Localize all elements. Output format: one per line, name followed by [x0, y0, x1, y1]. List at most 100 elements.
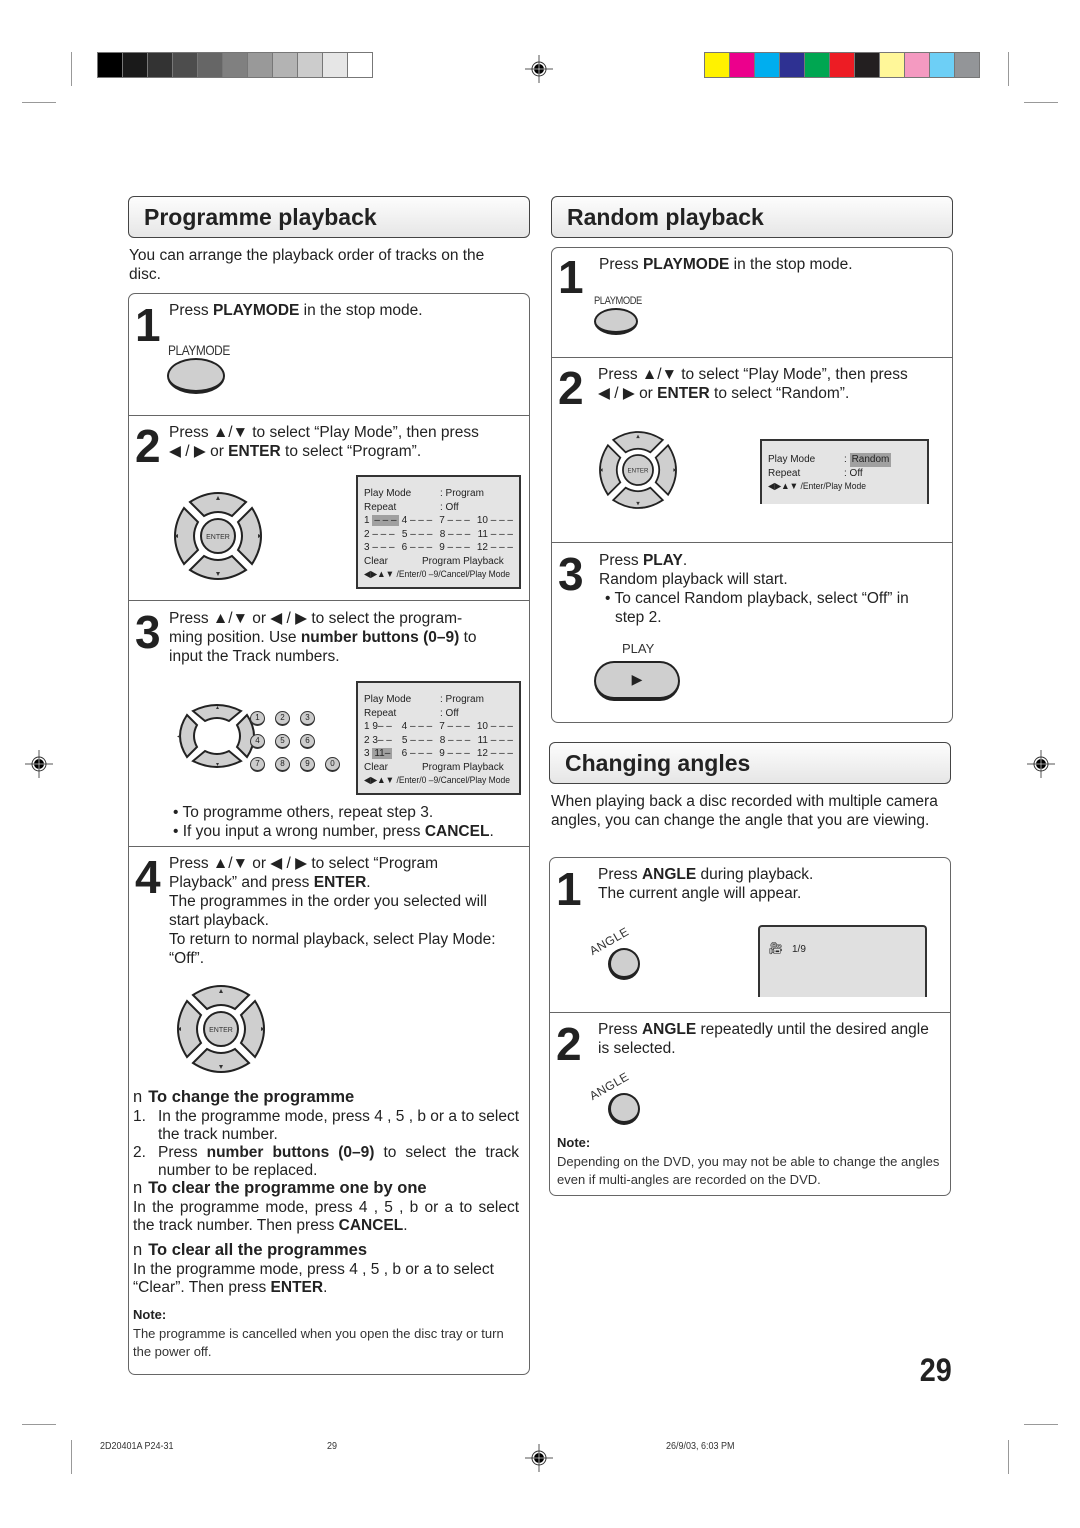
- color-swatch: [730, 53, 754, 77]
- random-step-3: 3 Press PLAY. Random playback will start…: [552, 542, 952, 724]
- osd-slot-row: 3 – – –6 – – –9 – – –12 – – –: [364, 542, 513, 553]
- number-button-9[interactable]: 9: [300, 757, 315, 772]
- step-instruction: Press ▲/▼ or ◀ / ▶ to select “Program Pl…: [169, 855, 496, 967]
- number-button-2[interactable]: 2: [275, 711, 290, 726]
- step-instruction: Press ▲/▼ to select “Play Mode”, then pr…: [598, 366, 908, 402]
- color-swatch: [198, 53, 222, 77]
- programme-step-3: 3 Press ▲/▼ or ◀ / ▶ to select the progr…: [129, 600, 529, 846]
- note-text: The programme is cancelled when you open…: [133, 1326, 504, 1359]
- number-button-4[interactable]: 4: [250, 734, 265, 749]
- enter-label: ENTER: [628, 468, 650, 475]
- playmode-button[interactable]: [167, 358, 225, 394]
- color-swatch: [855, 53, 879, 77]
- angle-osd-screen: 🎥︎ 1/9: [758, 925, 927, 997]
- crop-mark: [71, 52, 72, 86]
- footer-page: 29: [327, 1441, 338, 1452]
- step-number: 2: [558, 362, 584, 414]
- programme-steps-panel: 1 Press PLAYMODE in the stop mode. PLAYM…: [128, 293, 530, 1375]
- registration-mark-icon: [525, 1444, 553, 1472]
- subheading-clear-one: n To clear the programme one by one: [133, 1179, 427, 1197]
- clear-all-text: In the programme mode, press 4 , 5 , b o…: [133, 1261, 494, 1296]
- step-number: 2: [556, 1018, 582, 1070]
- registration-mark-icon: [1027, 750, 1055, 778]
- direction-pad-icon[interactable]: [171, 701, 263, 771]
- number-button-3[interactable]: 3: [300, 711, 315, 726]
- color-swatch: [905, 53, 929, 77]
- number-button-0[interactable]: 0: [325, 757, 340, 772]
- color-swatch: [780, 53, 804, 77]
- step-number: 1: [135, 299, 161, 351]
- programme-intro: You can arrange the playback order of tr…: [129, 247, 485, 283]
- step-instruction: Press PLAYMODE in the stop mode.: [599, 256, 853, 273]
- camera-icon: 🎥︎: [768, 941, 784, 955]
- play-button[interactable]: ▶: [594, 661, 680, 701]
- enter-label: ENTER: [206, 534, 230, 541]
- osd-slot-row: 2 – – –5 – – –8 – – –11 – – –: [364, 528, 513, 540]
- osd-slot-row: 1 – – – 4 – – –7 – – –10 – – –: [364, 515, 513, 526]
- subheading-change-programme: n To change the programme: [133, 1088, 355, 1106]
- playmode-button-label: PLAYMODE: [168, 342, 230, 358]
- step-instruction: Press PLAYMODE in the stop mode.: [169, 302, 423, 319]
- crop-mark: [22, 102, 56, 103]
- color-swatch: [930, 53, 954, 77]
- step-instruction: Press ▲/▼ or ◀ / ▶ to select the program…: [169, 610, 477, 665]
- angles-intro: When playing back a disc recorded with m…: [551, 793, 938, 829]
- color-swatch: [223, 53, 247, 77]
- step-number: 3: [558, 548, 584, 600]
- step-number: 3: [135, 606, 161, 658]
- crop-mark: [1024, 102, 1058, 103]
- color-swatch: [323, 53, 347, 77]
- programme-step-4: 4 Press ▲/▼ or ◀ / ▶ to select “Program …: [129, 846, 529, 1376]
- step-number: 1: [556, 863, 582, 915]
- subheading-clear-all: n To clear all the programmes: [133, 1241, 368, 1259]
- crop-mark: [1024, 1424, 1058, 1425]
- number-button-5[interactable]: 5: [275, 734, 290, 749]
- page-number: 29: [919, 1352, 952, 1388]
- bullet-item: • To programme others, repeat step 3.: [173, 804, 434, 821]
- osd-selected-value: Random: [849, 453, 892, 467]
- random-step-2: 2 Press ▲/▼ to select “Play Mode”, then …: [552, 357, 952, 542]
- number-button-8[interactable]: 8: [275, 757, 290, 772]
- number-button-7[interactable]: 7: [250, 757, 265, 772]
- section-header-changing-angles: Changing angles: [549, 742, 951, 784]
- angles-step-2: 2 Press ANGLE repeatedly until the desir…: [550, 1012, 950, 1197]
- step-number: 4: [135, 851, 161, 903]
- angle-button[interactable]: [608, 1093, 640, 1125]
- color-swatch: [123, 53, 147, 77]
- angle-button[interactable]: [608, 948, 640, 980]
- direction-pad-icon[interactable]: ENTER: [166, 484, 270, 588]
- number-button-1[interactable]: 1: [250, 711, 265, 726]
- osd-slot-row: 2 3– –5 – – –8 – – –11 – – –: [364, 734, 513, 746]
- number-button-6[interactable]: 6: [300, 734, 315, 749]
- color-calibration-bar: [704, 52, 980, 78]
- step-instruction: Press ▲/▼ to select “Play Mode”, then pr…: [169, 424, 479, 460]
- up-down-arrows-icon: ▲/▼: [212, 424, 248, 441]
- step-number: 2: [135, 420, 161, 472]
- playmode-button[interactable]: [594, 308, 638, 335]
- step-instruction: Press ANGLE repeatedly until the desired…: [598, 1021, 929, 1057]
- section-header-random-playback: Random playback: [551, 196, 953, 238]
- footer-code: 2D20401A P24-31: [100, 1441, 174, 1452]
- note-text: Depending on the DVD, you may not be abl…: [557, 1154, 940, 1187]
- color-swatch: [248, 53, 272, 77]
- color-swatch: [148, 53, 172, 77]
- bullet-item: • If you input a wrong number, press CAN…: [173, 823, 494, 840]
- direction-pad-icon[interactable]: ENTER: [169, 977, 273, 1081]
- play-icon: ▶: [631, 671, 643, 687]
- crop-mark: [1008, 1440, 1009, 1474]
- change-programme-list: 1. In the programme mode, press 4 , 5 , b…: [133, 1108, 520, 1179]
- programme-step-1: 1 Press PLAYMODE in the stop mode. PLAYM…: [129, 294, 529, 415]
- play-button-label: PLAY: [622, 641, 655, 656]
- clear-one-text: In the programme mode, press 4 , 5 , b o…: [133, 1199, 519, 1234]
- direction-pad-icon[interactable]: ENTER: [592, 424, 684, 516]
- registration-mark-icon: [25, 750, 53, 778]
- color-swatch: [173, 53, 197, 77]
- color-swatch: [830, 53, 854, 77]
- random-osd-screen: Play Mode: Random Repeat: Off ◀▶▲▼ /Ente…: [760, 439, 929, 504]
- color-swatch: [273, 53, 297, 77]
- program-osd-screen: Play Mode: Program Repeat: Off 1 – – – 4…: [356, 475, 521, 589]
- note-heading: Note:: [133, 1307, 167, 1322]
- angles-steps-panel: 1 Press ANGLE during playback. The curre…: [549, 857, 951, 1196]
- program-osd-screen-filled: Play Mode: Program Repeat: Off 1 9– –4 –…: [356, 681, 521, 795]
- crop-mark: [71, 1440, 72, 1474]
